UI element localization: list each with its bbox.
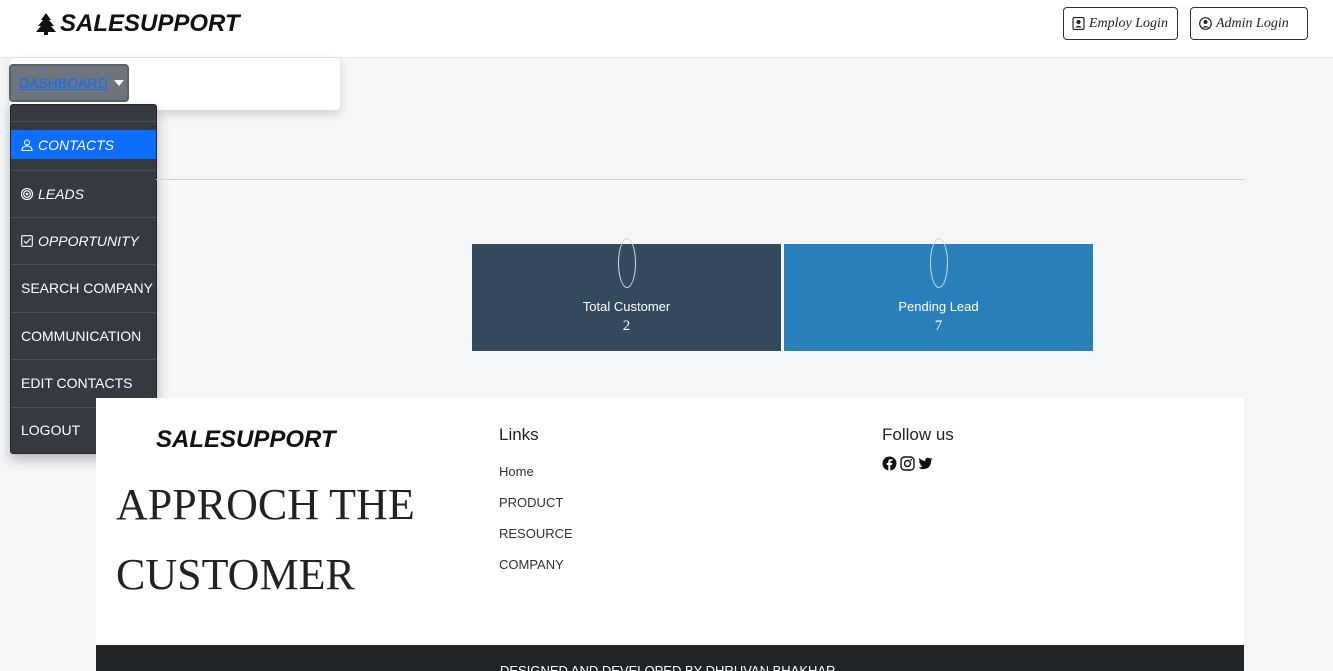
stat-label: Total Customer bbox=[582, 299, 671, 314]
employ-login-label: Employ Login bbox=[1089, 15, 1168, 31]
employ-login-button[interactable]: Employ Login bbox=[1063, 7, 1178, 40]
menu-item-label: CONTACTS bbox=[38, 136, 114, 153]
menu-item-label: LOGOUT bbox=[21, 422, 81, 438]
target-icon bbox=[21, 188, 33, 200]
menu-item-label: COMMUNICATION bbox=[21, 328, 142, 344]
footer-link-company[interactable]: COMPANY bbox=[499, 557, 564, 572]
footer-link-home[interactable]: Home bbox=[499, 464, 534, 479]
brand-logo[interactable]: SALESUPPORT bbox=[36, 10, 240, 38]
menu-item-label: SEARCH COMPANY bbox=[21, 280, 153, 296]
stat-card-pending-lead: Pending Lead 7 bbox=[784, 238, 1093, 351]
user-circle-icon bbox=[1199, 17, 1212, 30]
menu-item-label: EDIT CONTACTS bbox=[21, 375, 133, 391]
stat-card-total-customer: Total Customer 2 bbox=[472, 238, 781, 351]
admin-login-button[interactable]: Admin Login bbox=[1190, 7, 1308, 40]
menu-item-communication[interactable]: COMMUNICATION bbox=[11, 312, 156, 359]
facebook-icon[interactable] bbox=[882, 456, 897, 471]
admin-login-label: Admin Login bbox=[1216, 15, 1289, 31]
tagline-line: CUSTOMER bbox=[116, 550, 355, 599]
dashboard-toggle-label: DASHBOARD bbox=[19, 75, 108, 91]
checkbox-icon bbox=[21, 235, 33, 247]
menu-item-label: LEADS bbox=[38, 186, 84, 202]
top-navbar: SALESUPPORT Employ Login Admin Login bbox=[0, 0, 1333, 58]
dashboard-dropdown-toggle[interactable]: DASHBOARD bbox=[9, 64, 129, 102]
section-divider bbox=[156, 179, 1244, 180]
id-badge-icon bbox=[1072, 17, 1085, 30]
tree-icon bbox=[36, 13, 56, 35]
footer-brand: SALESUPPORT bbox=[156, 426, 336, 453]
footer: SALESUPPORT APPROCH THE CUSTOMER Links H… bbox=[96, 398, 1244, 645]
footer-link-resource[interactable]: RESOURCE bbox=[499, 526, 573, 541]
caret-down-icon bbox=[113, 80, 124, 86]
menu-item-opportunity[interactable]: OPPORTUNITY bbox=[11, 217, 156, 264]
menu-item-leads[interactable]: LEADS bbox=[11, 170, 156, 217]
tagline-line: APPROCH THE bbox=[116, 480, 415, 529]
menu-item-search-company[interactable]: SEARCH COMPANY bbox=[11, 264, 156, 311]
dropdown-divider bbox=[11, 121, 156, 122]
follow-heading: Follow us bbox=[882, 425, 954, 444]
footer-link-product[interactable]: PRODUCT bbox=[499, 495, 563, 510]
stat-value: 2 bbox=[622, 318, 631, 334]
instagram-icon[interactable] bbox=[900, 456, 915, 471]
stat-value: 7 bbox=[934, 318, 943, 334]
social-icons bbox=[882, 456, 933, 471]
user-icon bbox=[21, 138, 33, 151]
menu-item-label: OPPORTUNITY bbox=[38, 233, 139, 249]
twitter-icon[interactable] bbox=[918, 456, 933, 471]
oval-icon bbox=[930, 238, 948, 288]
links-heading: Links bbox=[499, 425, 539, 444]
stat-label: Pending Lead bbox=[898, 299, 979, 314]
footer-tagline: APPROCH THE CUSTOMER bbox=[116, 470, 476, 610]
footer-bottom-bar: DESIGNED AND DEVELOPED BY DHRUVAN BHAKHA… bbox=[96, 645, 1244, 671]
menu-item-contacts[interactable]: CONTACTS bbox=[11, 130, 156, 159]
oval-icon bbox=[618, 238, 636, 288]
footer-credit: DESIGNED AND DEVELOPED BY DHRUVAN BHAKHA… bbox=[500, 663, 836, 671]
brand-name: SALESUPPORT bbox=[60, 10, 240, 37]
